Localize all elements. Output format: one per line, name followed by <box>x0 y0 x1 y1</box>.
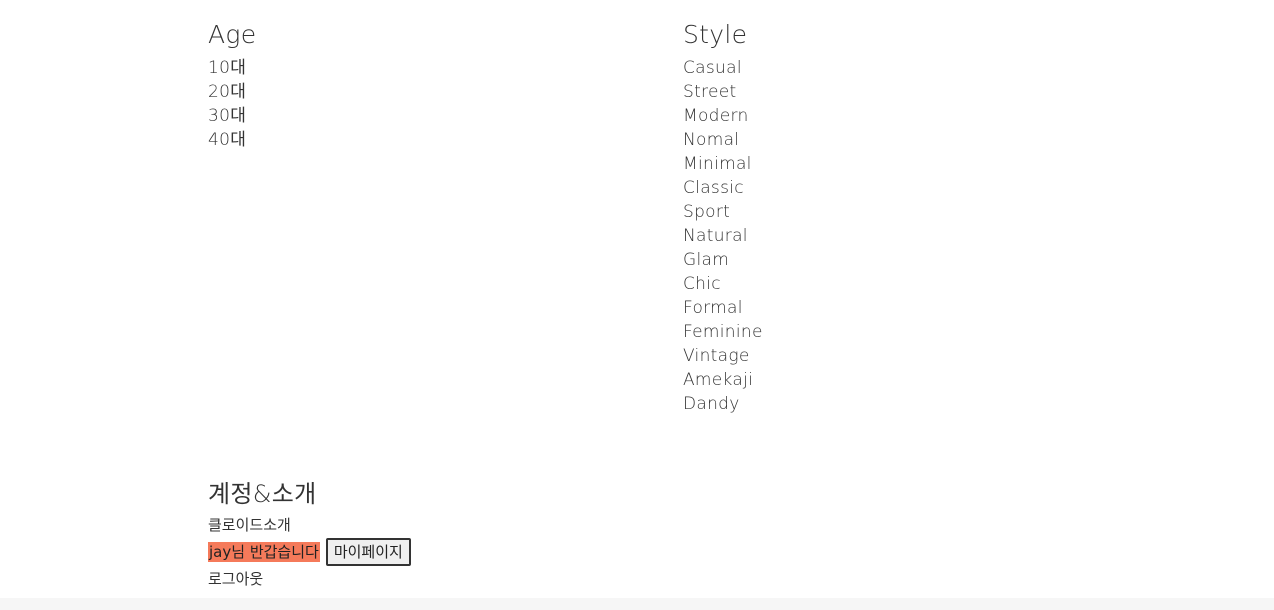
age-list: 10대 20대 30대 40대 <box>208 56 256 152</box>
style-item-casual[interactable]: Casual <box>683 56 763 80</box>
greeting-suffix: 님 반갑습니다 <box>231 543 319 561</box>
style-item-amekaji[interactable]: Amekaji <box>683 368 763 392</box>
style-item-nomal[interactable]: Nomal <box>683 128 763 152</box>
style-list: Casual Street Modern Nomal Minimal Class… <box>683 56 763 416</box>
style-item-vintage[interactable]: Vintage <box>683 344 763 368</box>
age-item-10s[interactable]: 10대 <box>208 56 256 80</box>
age-item-40s[interactable]: 40대 <box>208 128 256 152</box>
bottom-strip <box>0 598 1274 610</box>
style-item-sport[interactable]: Sport <box>683 200 763 224</box>
greeting-text: jay님 반갑습니다 <box>208 542 320 562</box>
style-item-chic[interactable]: Chic <box>683 272 763 296</box>
style-item-formal[interactable]: Formal <box>683 296 763 320</box>
mypage-button[interactable]: 마이페이지 <box>325 538 411 566</box>
style-item-minimal[interactable]: Minimal <box>683 152 763 176</box>
style-item-street[interactable]: Street <box>683 80 763 104</box>
style-item-natural[interactable]: Natural <box>683 224 763 248</box>
style-item-classic[interactable]: Classic <box>683 176 763 200</box>
age-section: Age 10대 20대 30대 40대 <box>208 18 256 152</box>
account-section: 계정&소개 클로이드소개 jay님 반갑습니다 마이페이지 로그아웃 <box>208 477 411 591</box>
greeting-username: jay <box>209 543 232 561</box>
account-heading: 계정&소개 <box>208 480 317 508</box>
style-section: Style Casual Street Modern Nomal Minimal… <box>683 18 763 416</box>
style-item-feminine[interactable]: Feminine <box>683 320 763 344</box>
style-heading: Style <box>683 20 748 49</box>
age-heading: Age <box>208 20 257 49</box>
style-item-glam[interactable]: Glam <box>683 248 763 272</box>
page: Age 10대 20대 30대 40대 Style Casual Street … <box>0 0 1274 610</box>
style-item-dandy[interactable]: Dandy <box>683 392 763 416</box>
intro-link[interactable]: 클로이드소개 <box>208 513 411 537</box>
greeting-row: jay님 반갑습니다 마이페이지 <box>208 537 411 567</box>
logout-link[interactable]: 로그아웃 <box>208 567 411 591</box>
style-item-modern[interactable]: Modern <box>683 104 763 128</box>
age-item-20s[interactable]: 20대 <box>208 80 256 104</box>
age-item-30s[interactable]: 30대 <box>208 104 256 128</box>
